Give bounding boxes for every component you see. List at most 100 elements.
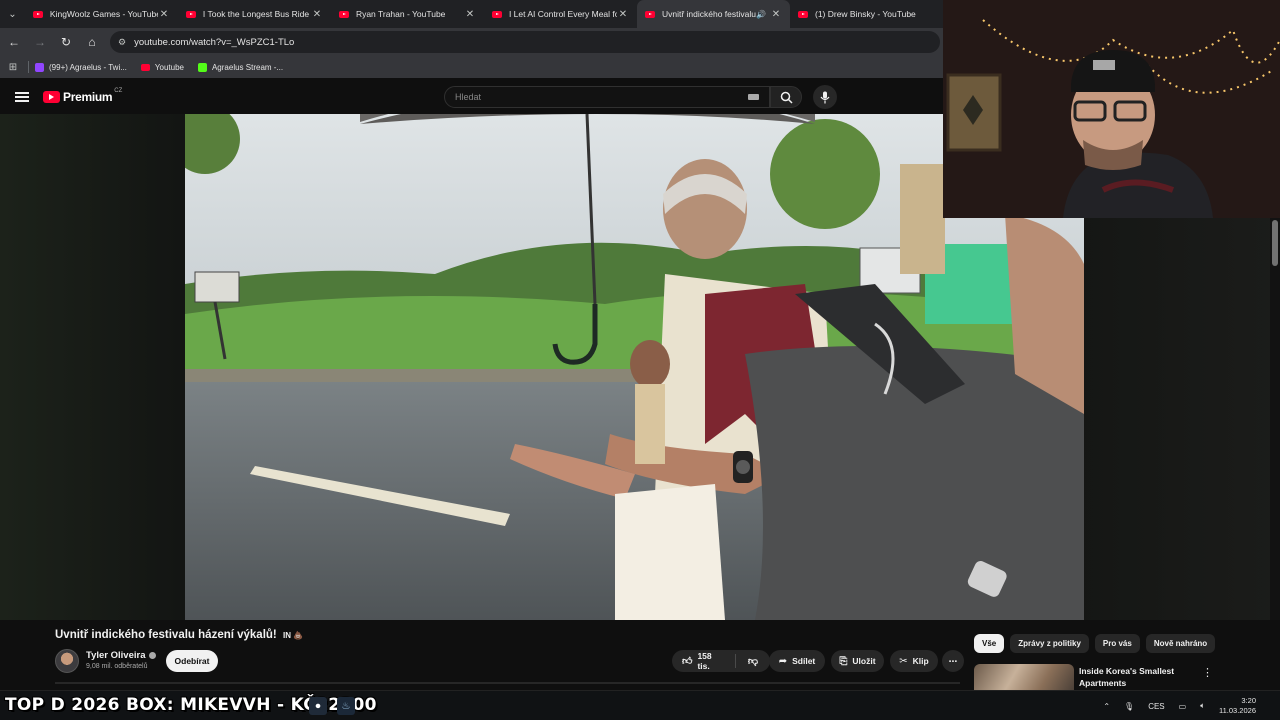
steam-app-icon[interactable]: ♨ (337, 697, 355, 715)
back-arrow-icon[interactable]: ← (2, 30, 26, 54)
youtube-favicon-icon (185, 10, 196, 18)
more-actions-button[interactable]: ⋯ (942, 650, 964, 672)
country-code: CZ (114, 88, 123, 94)
address-bar[interactable]: ⚙ youtube.com/watch?v=_WsPZC1-TLo (110, 31, 940, 53)
search-icon (780, 91, 793, 104)
apps-grid-icon[interactable]: ⊞ (0, 62, 26, 73)
more-horizontal-icon: ⋯ (948, 655, 958, 666)
subscribe-button[interactable]: Odebírat (166, 650, 218, 672)
language-indicator[interactable]: CES (1148, 702, 1164, 711)
search-placeholder: Hledat (455, 92, 482, 102)
clip-button[interactable]: ✂ Klip (890, 650, 938, 672)
like-button[interactable]: 👍︎ 158 tis. (672, 651, 736, 671)
screen: ⌄ KingWoolz Games - YouTube ✕ I Took the… (0, 0, 1280, 720)
search-input[interactable]: Hledat (444, 86, 770, 108)
streamer-webcam-overlay (943, 0, 1280, 218)
share-icon: ➦ (778, 655, 788, 667)
youtube-icon (140, 63, 150, 71)
youtube-favicon-icon (32, 10, 43, 18)
clock-date: 11.03.2026 (1219, 706, 1256, 715)
menu-icon[interactable] (15, 90, 29, 105)
clock[interactable]: 3:20 11.03.2026 (1219, 696, 1256, 716)
scrollbar-thumb[interactable] (1272, 220, 1278, 266)
home-icon[interactable]: ⌂ (80, 30, 104, 54)
bookmark-agraelus-stream[interactable]: Agraelus Stream -... (197, 62, 284, 72)
dislike-button[interactable]: 👎︎ (736, 655, 770, 667)
scissors-icon: ✂ (899, 655, 908, 667)
channel-name-text: Tyler Oliveira (86, 650, 146, 661)
browser-tab[interactable]: I Took the Longest Bus Ride in ✕ (178, 0, 331, 28)
save-label: Uložit (852, 656, 876, 666)
bookmark-label: (99+) Agraelus - Twi... (49, 62, 127, 72)
chevron-up-icon[interactable]: ⌃ (1103, 702, 1110, 711)
divider (28, 61, 29, 73)
close-icon[interactable]: ✕ (464, 9, 476, 20)
video-info-section: Uvnitř indického festivalu házení výkalů… (0, 620, 1280, 690)
microphone-icon (820, 91, 830, 103)
search-button[interactable] (770, 86, 802, 108)
browser-tab[interactable]: I Let AI Control Every Meal for ✕ (484, 0, 637, 28)
system-tray: ⌃ 🎙︎ CES ▭ 🔈︎ 3:20 11.03.2026 (1103, 691, 1280, 720)
video-title-text: Uvnitř indického festivalu házení výkalů… (55, 629, 277, 641)
tab-title: I Took the Longest Bus Ride in (202, 9, 311, 19)
close-icon[interactable]: ✕ (311, 9, 323, 20)
recommended-thumbnail[interactable] (974, 664, 1074, 690)
webcam-image (943, 0, 1280, 218)
channel-avatar[interactable] (55, 649, 79, 673)
title-flags: IN 💩 (282, 631, 304, 640)
bookmark-icon: ⎘ (839, 655, 848, 667)
chip-all[interactable]: Vše (974, 634, 1005, 653)
save-button[interactable]: ⎘ Uložit (831, 650, 884, 672)
close-icon[interactable]: ✕ (617, 9, 629, 20)
bookmark-youtube[interactable]: Youtube (140, 62, 184, 72)
microphone-icon[interactable]: 🎙︎ (1124, 702, 1134, 711)
site-settings-icon[interactable]: ⚙ (118, 37, 126, 48)
video-title: Uvnitř indického festivalu házení výkalů… (55, 629, 303, 641)
recommendation-filter-chips: Vše Zprávy z politiky Pro vás Nově nahrá… (974, 634, 1221, 653)
clock-time: 3:20 (1241, 696, 1256, 705)
browser-tab-strip: ⌄ KingWoolz Games - YouTube ✕ I Took the… (0, 0, 943, 28)
clip-label: Klip (912, 656, 929, 666)
close-icon[interactable]: ✕ (158, 9, 170, 20)
like-count: 158 tis. (697, 651, 712, 671)
share-button[interactable]: ➦ Sdílet (769, 650, 825, 672)
url-text: youtube.com/watch?v=_WsPZC1-TLo (134, 36, 295, 48)
close-icon[interactable]: ✕ (770, 9, 782, 20)
tab-title: KingWoolz Games - YouTube (49, 9, 158, 19)
recommended-video[interactable]: Inside Korea's Smallest Apartments ⋮ (974, 664, 1274, 690)
tab-title: Uvnitř indického festivalu h (661, 9, 757, 19)
network-icon[interactable]: ▭ (1179, 702, 1187, 711)
description-box-edge (55, 682, 960, 684)
tab-search-chevron-icon[interactable]: ⌄ (0, 0, 25, 28)
chip-for-you[interactable]: Pro vás (1094, 634, 1140, 653)
kick-icon (197, 62, 207, 72)
chip-recently-uploaded[interactable]: Nově nahráno (1145, 634, 1216, 653)
bookmark-label: Youtube (154, 62, 184, 72)
subscriber-count: 9,08 mil. odběratelů (86, 663, 148, 670)
browser-tab-active[interactable]: Uvnitř indického festivalu h 🔊 ✕ (636, 0, 790, 28)
keyboard-icon[interactable] (748, 94, 759, 100)
voice-search-button[interactable] (813, 85, 837, 109)
recommended-title[interactable]: Inside Korea's Smallest Apartments (1079, 665, 1199, 689)
reload-icon[interactable]: ↻ (54, 30, 78, 54)
tab-title: Ryan Trahan - YouTube (355, 9, 446, 19)
page-scrollbar[interactable] (1270, 218, 1280, 620)
youtube-premium-logo[interactable]: Premium CZ (43, 88, 123, 104)
more-vertical-icon[interactable]: ⋮ (1202, 666, 1213, 679)
forward-arrow-icon[interactable]: → (28, 30, 52, 54)
youtube-favicon-icon (338, 10, 349, 18)
thumbs-up-icon: 👍︎ (682, 656, 693, 667)
bookmark-agraelus-twitch[interactable]: (99+) Agraelus - Twi... (35, 62, 127, 72)
chip-politics-news[interactable]: Zprávy z politiky (1010, 634, 1089, 653)
twitch-icon (35, 62, 44, 72)
channel-name[interactable]: Tyler Oliveira (86, 650, 156, 661)
like-dislike-group: 👍︎ 158 tis. 👎︎ (672, 650, 770, 672)
thumbs-down-icon: 👎︎ (747, 656, 758, 667)
obs-app-icon[interactable]: ⏺ (309, 697, 327, 715)
bookmark-label: Agraelus Stream -... (211, 62, 284, 72)
speaker-icon[interactable]: 🔊 (756, 10, 766, 19)
browser-tab[interactable]: (1) Drew Binsky - YouTube (790, 0, 943, 28)
browser-tab[interactable]: KingWoolz Games - YouTube ✕ (25, 0, 178, 28)
browser-tab[interactable]: Ryan Trahan - YouTube ✕ (331, 0, 484, 28)
volume-icon[interactable]: 🔈︎ (1200, 701, 1205, 711)
